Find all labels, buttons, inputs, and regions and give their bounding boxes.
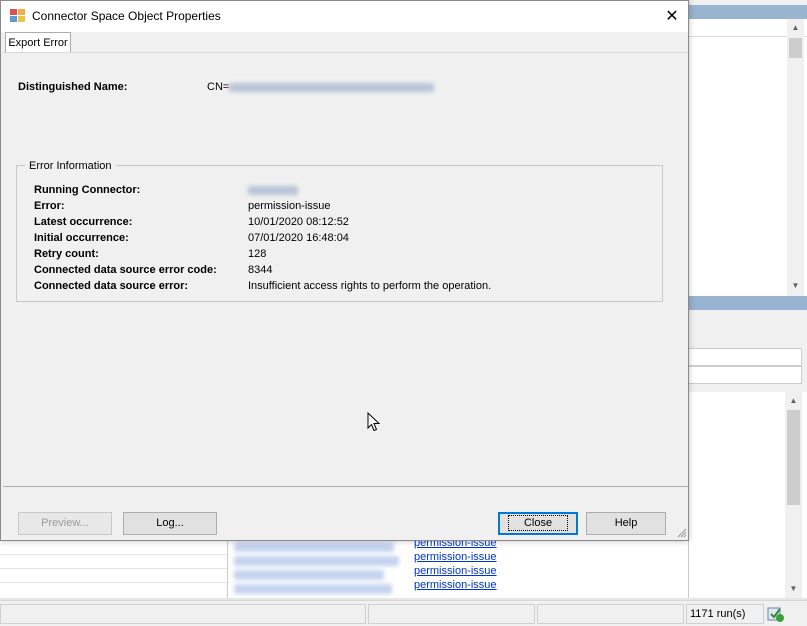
background-field-row — [688, 348, 802, 366]
scroll-down-icon[interactable]: ▼ — [785, 580, 802, 597]
preview-button[interactable]: Preview... — [18, 512, 112, 535]
log-button[interactable]: Log... — [123, 512, 217, 535]
scroll-up-icon[interactable]: ▲ — [785, 392, 802, 409]
data-source-error-value: Insufficient access rights to perform th… — [248, 280, 492, 292]
grid-line — [0, 554, 227, 555]
error-link[interactable]: permission-issue — [414, 564, 534, 578]
retry-count-label: Retry count: — [34, 248, 99, 260]
status-runs-count: 1171 run(s) — [690, 608, 746, 620]
status-cell — [0, 604, 366, 624]
status-cell — [537, 604, 684, 624]
error-row: Error: permission-issue — [34, 198, 654, 214]
running-connector-value — [248, 182, 298, 198]
redacted-cell — [234, 556, 399, 566]
distinguished-name-value: CN= — [207, 81, 435, 93]
latest-occurrence-label: Latest occurrence: — [34, 216, 133, 228]
redacted-cell — [234, 542, 394, 552]
error-code-row: Connected data source error code: 8344 — [34, 262, 654, 278]
running-connector-row: Running Connector: — [34, 182, 654, 198]
distinguished-name-prefix: CN= — [207, 81, 230, 93]
background-error-links: permission-issue permission-issue permis… — [414, 536, 534, 592]
latest-occurrence-value: 10/01/2020 08:12:52 — [248, 216, 349, 228]
title-bar[interactable]: Connector Space Object Properties ✕ — [1, 1, 688, 32]
scroll-down-icon[interactable]: ▼ — [787, 277, 804, 294]
error-value: permission-issue — [248, 200, 331, 212]
grid-line — [0, 568, 227, 569]
redacted-distinguished-name — [229, 82, 435, 92]
initial-occurrence-value: 07/01/2020 16:48:04 — [248, 232, 349, 244]
background-middle-area — [688, 310, 807, 392]
scroll-up-icon[interactable]: ▲ — [787, 19, 804, 36]
redacted-connector-name — [248, 185, 298, 195]
running-connector-label: Running Connector: — [34, 184, 141, 196]
error-information-title: Error Information — [25, 160, 116, 172]
data-source-error-row: Connected data source error: Insufficien… — [34, 278, 654, 294]
error-code-label: Connected data source error code: — [34, 264, 217, 276]
background-list-scrollbar[interactable]: ▲ ▼ — [785, 392, 802, 598]
background-section-header — [688, 296, 807, 310]
close-button-label: Close — [507, 515, 569, 531]
grid-line — [0, 582, 227, 583]
retry-count-value: 128 — [248, 248, 267, 260]
background-field-row — [688, 366, 802, 384]
tab-export-error[interactable]: Export Error — [5, 32, 71, 53]
close-button[interactable]: Close — [498, 512, 578, 535]
error-label: Error: — [34, 200, 65, 212]
redacted-cell — [234, 584, 392, 594]
retry-count-row: Retry count: 128 — [34, 246, 654, 262]
scroll-thumb[interactable] — [789, 38, 802, 58]
background-bottom-grid — [0, 540, 228, 598]
error-link[interactable]: permission-issue — [414, 550, 534, 564]
initial-occurrence-label: Initial occurrence: — [34, 232, 129, 244]
scroll-thumb[interactable] — [787, 410, 800, 505]
dialog-title: Connector Space Object Properties — [32, 9, 221, 23]
sync-status-icon — [767, 605, 785, 623]
error-code-value: 8344 — [248, 264, 273, 276]
close-icon[interactable]: ✕ — [655, 2, 689, 31]
redacted-cell — [234, 570, 384, 580]
app-window-icon — [10, 9, 26, 23]
mouse-pointer-icon — [367, 411, 381, 432]
status-bar: 1171 run(s) — [0, 600, 807, 626]
background-header-bar — [688, 5, 807, 19]
resize-grip-icon[interactable] — [677, 528, 687, 538]
status-cell — [368, 604, 535, 624]
initial-occurrence-row: Initial occurrence: 07/01/2020 16:48:04 — [34, 230, 654, 246]
connector-space-object-properties-dialog: Connector Space Object Properties ✕ Expo… — [0, 0, 689, 541]
latest-occurrence-row: Latest occurrence: 10/01/2020 08:12:52 — [34, 214, 654, 230]
data-source-error-label: Connected data source error: — [34, 280, 189, 292]
help-button[interactable]: Help — [586, 512, 666, 535]
error-link[interactable]: permission-issue — [414, 578, 534, 592]
background-top-scrollbar[interactable]: ▲ ▼ — [787, 19, 804, 296]
distinguished-name-label: Distinguished Name: — [18, 81, 128, 93]
